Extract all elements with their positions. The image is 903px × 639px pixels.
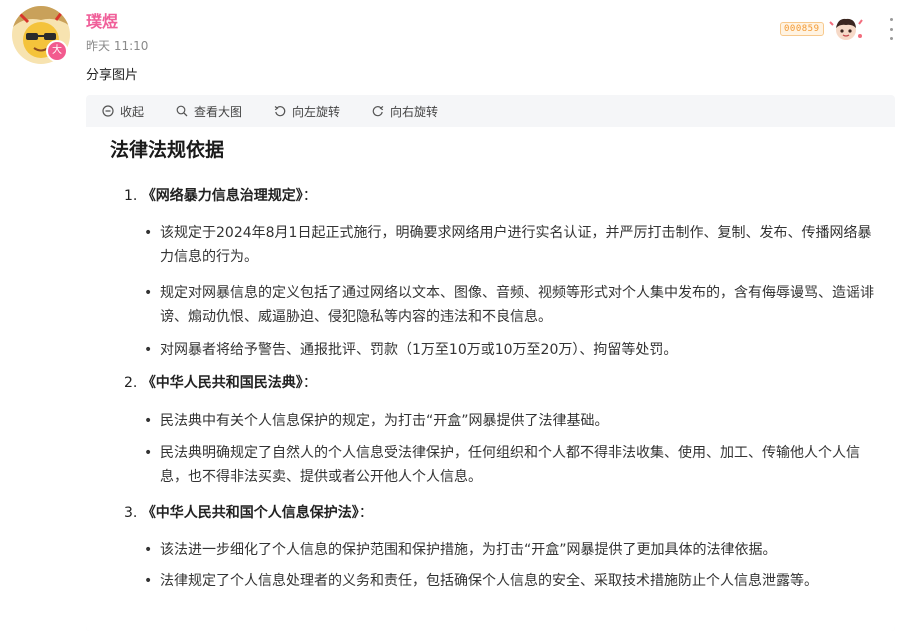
section-suffix: ： xyxy=(358,505,373,521)
bullet-text: 对网暴者将给予警告、通报批评、罚款（1万至10万或10万至20万）、拘留等处罚。 xyxy=(160,342,678,358)
dot xyxy=(889,37,893,40)
bullet-dot: • xyxy=(144,342,153,358)
image-toolbar: 收起 查看大图 向左旋转 向右旋转 xyxy=(86,95,895,127)
collapse-label: 收起 xyxy=(120,104,145,119)
section-number: 1. xyxy=(124,188,138,204)
section-heading: 3. 《中华人民共和国个人信息保护法》： xyxy=(124,502,373,522)
view-large-button[interactable]: 查看大图 xyxy=(176,103,242,120)
view-large-label: 查看大图 xyxy=(194,104,243,119)
rotate-left-label: 向左旋转 xyxy=(292,104,341,119)
bullet-text: 法律规定了个人信息处理者的义务和责任，包括确保个人信息的安全、采取技术措施防止个… xyxy=(160,573,818,589)
section-name: 《网络暴力信息治理规定》 xyxy=(141,188,303,204)
bullet-dot: • xyxy=(144,413,153,429)
dot xyxy=(889,27,893,31)
rotate-right-button[interactable]: 向右旋转 xyxy=(372,103,438,120)
bullet-dot: • xyxy=(144,225,153,241)
section-name: 《中华人民共和国个人信息保护法》 xyxy=(141,505,359,521)
rotate-left-button[interactable]: 向左旋转 xyxy=(274,103,340,120)
collapse-icon xyxy=(102,105,114,117)
section-suffix: ： xyxy=(302,375,317,391)
anime-character-icon xyxy=(828,18,863,40)
bullet-text: 民法典中有关个人信息保护的规定，为打击“开盒”网暴提供了法律基础。 xyxy=(160,413,609,429)
message-text: 分享图片 xyxy=(86,68,139,83)
document-title: 法律法规依据 xyxy=(110,139,225,161)
image-preview-panel: 收起 查看大图 向左旋转 向右旋转 法律法规依据 1. 《网络暴力信息治理规定》… xyxy=(86,95,895,631)
rotate-left-icon xyxy=(274,106,286,117)
dot xyxy=(889,18,893,21)
shared-image[interactable]: 法律法规依据 1. 《网络暴力信息治理规定》： • 该规定于2024年8月1日起… xyxy=(86,127,895,631)
fan-badge-number: 000859 xyxy=(780,22,824,36)
username[interactable]: 璞煜 xyxy=(86,8,118,32)
section-heading: 2. 《中华人民共和国民法典》： xyxy=(124,372,317,392)
bullet-text: 规定对网暴信息的定义包括了通过网络以文本、图像、音频、视频等形式对个人集中发布的… xyxy=(160,285,874,325)
section-number: 3. xyxy=(124,505,138,521)
bullet-dot: • xyxy=(144,445,153,461)
fan-badge[interactable]: 000859 xyxy=(780,16,864,42)
bullet-dot: • xyxy=(144,573,153,589)
section-heading: 1. 《网络暴力信息治理规定》： xyxy=(124,185,317,205)
bullet-dot: • xyxy=(144,542,153,558)
search-icon xyxy=(176,105,188,117)
collapse-button[interactable]: 收起 xyxy=(102,103,144,120)
bullet-text: 民法典明确规定了自然人的个人信息受法律保护，任何组织和个人都不得非法收集、使用、… xyxy=(160,445,860,485)
section-suffix: ： xyxy=(302,188,317,204)
section-number: 2. xyxy=(124,375,138,391)
bullet-text: 该法进一步细化了个人信息的保护范围和保护措施，为打击“开盒”网暴提供了更加具体的… xyxy=(160,542,777,558)
avatar-level-badge: 大 xyxy=(46,40,68,62)
rotate-right-icon xyxy=(372,106,384,117)
bullet-text: 该规定于2024年8月1日起正式施行，明确要求网络用户进行实名认证，并严厉打击制… xyxy=(160,225,872,265)
section-name: 《中华人民共和国民法典》 xyxy=(141,375,303,391)
rotate-right-label: 向右旋转 xyxy=(390,104,439,119)
message-timestamp: 昨天 11:10 xyxy=(86,39,149,53)
more-options-button[interactable] xyxy=(884,18,898,40)
bullet-dot: • xyxy=(144,285,153,301)
